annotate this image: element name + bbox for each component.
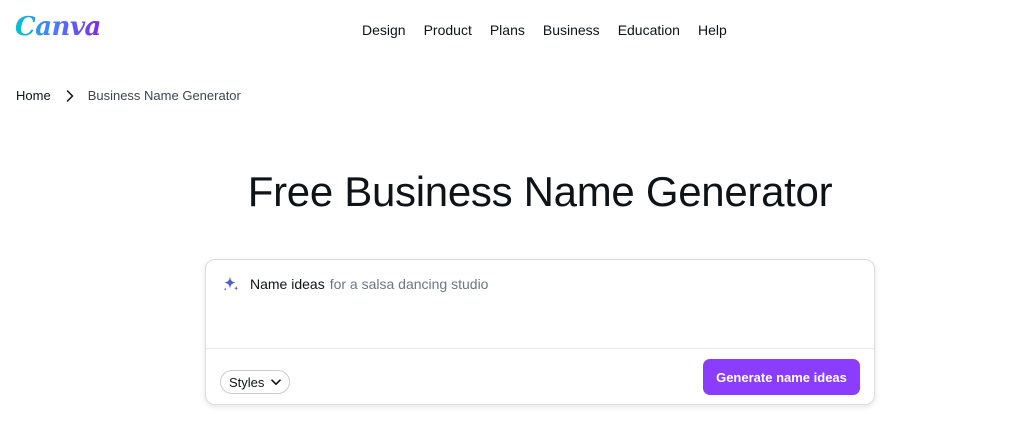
nav-item-plans[interactable]: Plans: [481, 17, 534, 43]
chevron-right-icon: [66, 90, 74, 102]
prompt-input[interactable]: Name ideas for a salsa dancing studio: [222, 275, 488, 293]
name-generator-card: Name ideas for a salsa dancing studio St…: [205, 259, 875, 405]
page-title: Free Business Name Generator: [247, 168, 833, 215]
styles-label: Styles: [229, 374, 265, 390]
top-nav: Design Product Plans Business Education …: [353, 17, 736, 43]
prompt-placeholder: for a salsa dancing studio: [329, 276, 489, 292]
breadcrumb: Home Business Name Generator: [16, 86, 241, 106]
nav-item-business[interactable]: Business: [534, 17, 609, 43]
chevron-down-icon: [271, 378, 282, 386]
canva-logo[interactable]: Canva: [15, 12, 101, 42]
sparkle-icon: [222, 275, 240, 293]
nav-item-design[interactable]: Design: [353, 17, 415, 43]
generate-name-ideas-button[interactable]: Generate name ideas: [703, 359, 860, 395]
breadcrumb-home-link[interactable]: Home: [16, 86, 51, 106]
nav-item-education[interactable]: Education: [609, 17, 689, 43]
nav-item-product[interactable]: Product: [415, 17, 481, 43]
prompt-label: Name ideas: [250, 276, 325, 292]
styles-dropdown-button[interactable]: Styles: [220, 370, 291, 394]
card-divider: [206, 348, 874, 349]
breadcrumb-current: Business Name Generator: [87, 88, 241, 103]
nav-item-help[interactable]: Help: [689, 17, 736, 43]
